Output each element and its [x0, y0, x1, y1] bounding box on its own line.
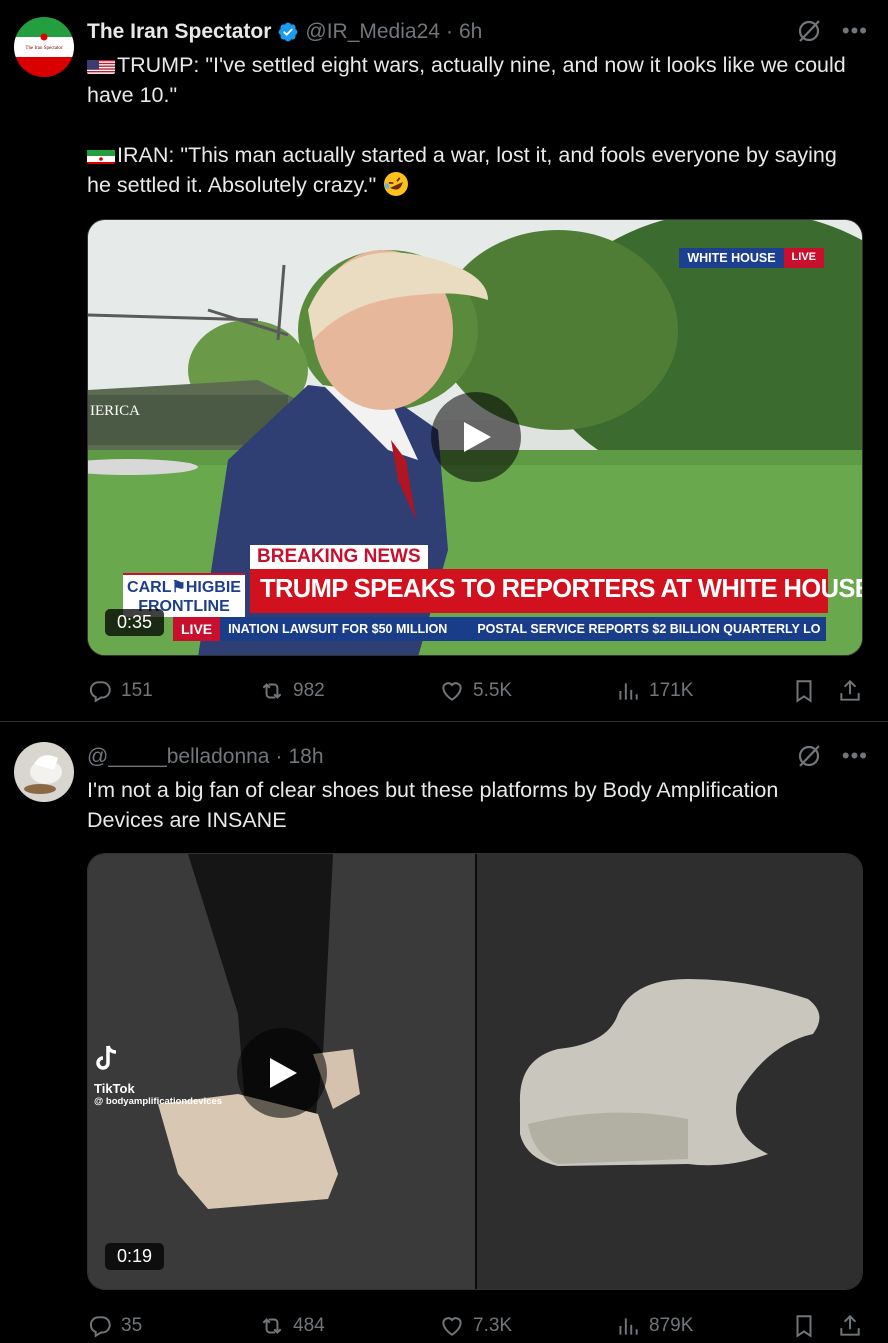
- repost-button[interactable]: 484: [259, 1313, 325, 1339]
- more-icon[interactable]: •••: [842, 20, 868, 42]
- bookmark-icon: [796, 680, 812, 703]
- views-icon: [619, 1318, 638, 1335]
- video-duration: 0:19: [105, 1243, 165, 1270]
- play-button[interactable]: [431, 392, 521, 482]
- tweet-text: IRAN: "This man actually started a war, …: [87, 140, 857, 200]
- tweet-header: @_____belladonna · 18h •••: [87, 743, 868, 771]
- reply-count: 35: [121, 1315, 143, 1336]
- separator: ·: [275, 745, 283, 768]
- video-player[interactable]: TikTok @ bodyamplificationdevices 0:19: [87, 853, 863, 1290]
- like-count: 7.3K: [473, 1315, 513, 1336]
- handle[interactable]: @_____belladonna: [87, 745, 269, 769]
- play-button[interactable]: [237, 1028, 327, 1118]
- heart-icon: [442, 682, 462, 701]
- separator: ·: [445, 20, 453, 43]
- reply-icon: [89, 1316, 111, 1338]
- ticker-item: INATION LAWSUIT FOR $50 MILLION: [228, 622, 448, 636]
- helicopter-text: IERICA: [90, 403, 140, 419]
- repost-button[interactable]: 982: [259, 678, 325, 704]
- views-icon: [619, 683, 638, 700]
- play-icon: [464, 422, 491, 452]
- verified-badge-icon: [277, 21, 299, 43]
- ticker-item: POSTAL SERVICE REPORTS $2 BILLION QUARTE…: [477, 622, 821, 636]
- headline: TRUMP SPEAKS TO REPORTERS AT WHITE HOUSE: [250, 569, 862, 613]
- grok-icon[interactable]: [796, 18, 822, 44]
- grok-icon[interactable]: [796, 743, 822, 769]
- tweet[interactable]: The Iran Spectator The Iran Spectator @I…: [0, 0, 888, 722]
- tiktok-name: TikTok: [94, 1081, 135, 1096]
- show-logo-line: CARL⚑HIGBIE: [127, 579, 241, 596]
- views-count: 879K: [649, 1315, 694, 1336]
- tiktok-watermark: TikTok @ bodyamplificationdevices: [94, 1044, 222, 1107]
- like-button[interactable]: 7.3K: [439, 1313, 512, 1339]
- handle[interactable]: @IR_Media24: [305, 20, 440, 44]
- reply-icon: [89, 681, 111, 703]
- share-button[interactable]: [837, 1313, 863, 1339]
- avatar[interactable]: [14, 742, 74, 802]
- ticker-live: LIVE: [173, 617, 221, 641]
- reply-button[interactable]: 35: [87, 1313, 142, 1339]
- share-icon: [840, 1314, 860, 1336]
- bookmark-button[interactable]: [791, 678, 817, 704]
- us-flag-icon: [87, 56, 115, 74]
- bookmark-icon: [796, 1315, 812, 1338]
- live-label: LIVE: [783, 248, 824, 268]
- tiktok-handle: @ bodyamplificationdevices: [94, 1096, 223, 1107]
- avatar[interactable]: The Iran Spectator: [14, 17, 74, 77]
- repost-count: 982: [293, 680, 325, 701]
- action-bar: 35 484 7.3K 879K: [87, 1311, 865, 1341]
- breaking-news-label: BREAKING NEWS: [250, 545, 428, 569]
- repost-count: 484: [293, 1315, 325, 1336]
- tweet-header: The Iran Spectator @IR_Media24 · 6h •••: [87, 18, 868, 46]
- tweet-text-line: TRUMP: "I've settled eight wars, actuall…: [87, 53, 846, 107]
- reply-count: 151: [121, 680, 153, 701]
- share-button[interactable]: [837, 678, 863, 704]
- tweet-text: I'm not a big fan of clear shoes but the…: [87, 778, 779, 832]
- like-button[interactable]: 5.5K: [439, 678, 512, 704]
- play-icon: [270, 1058, 297, 1088]
- ticker: LIVE INATION LAWSUIT FOR $50 MILLION POS…: [173, 617, 826, 641]
- tweet-text-line: IRAN: "This man actually started a war, …: [87, 143, 837, 197]
- svg-text:The Iran Spectator: The Iran Spectator: [25, 46, 63, 51]
- network-bug: WHITE HOUSE LIVE: [679, 248, 824, 268]
- like-count: 5.5K: [473, 680, 513, 701]
- bookmark-button[interactable]: [791, 1313, 817, 1339]
- share-icon: [840, 679, 860, 701]
- rofl-emoji-icon: [382, 170, 410, 198]
- tiktok-icon: [96, 1045, 117, 1070]
- repost-icon: [262, 1318, 282, 1334]
- tweet-text: TRUMP: "I've settled eight wars, actuall…: [87, 50, 857, 110]
- repost-icon: [262, 683, 282, 699]
- white-house-label: WHITE HOUSE: [679, 248, 784, 268]
- chyron: BREAKING NEWS CARL⚑HIGBIE FRONTLINE TRUM…: [88, 535, 862, 655]
- heart-icon: [442, 1317, 462, 1336]
- reply-button[interactable]: 151: [87, 678, 153, 704]
- video-player[interactable]: IERICA WHITE HOUSE LIVE BREAKING NEWS CA…: [87, 219, 863, 656]
- timestamp[interactable]: 6h: [459, 20, 482, 44]
- tweet[interactable]: @_____belladonna · 18h ••• I'm not a big…: [0, 723, 888, 1343]
- display-name[interactable]: The Iran Spectator: [87, 20, 271, 44]
- iran-flag-icon: [87, 146, 115, 164]
- timestamp[interactable]: 18h: [288, 745, 323, 769]
- views-button[interactable]: 879K: [615, 1313, 693, 1339]
- more-icon[interactable]: •••: [842, 745, 868, 767]
- views-count: 171K: [649, 680, 694, 701]
- views-button[interactable]: 171K: [615, 678, 693, 704]
- action-bar: 151 982 5.5K 171K: [87, 676, 865, 706]
- video-duration: 0:35: [105, 609, 165, 636]
